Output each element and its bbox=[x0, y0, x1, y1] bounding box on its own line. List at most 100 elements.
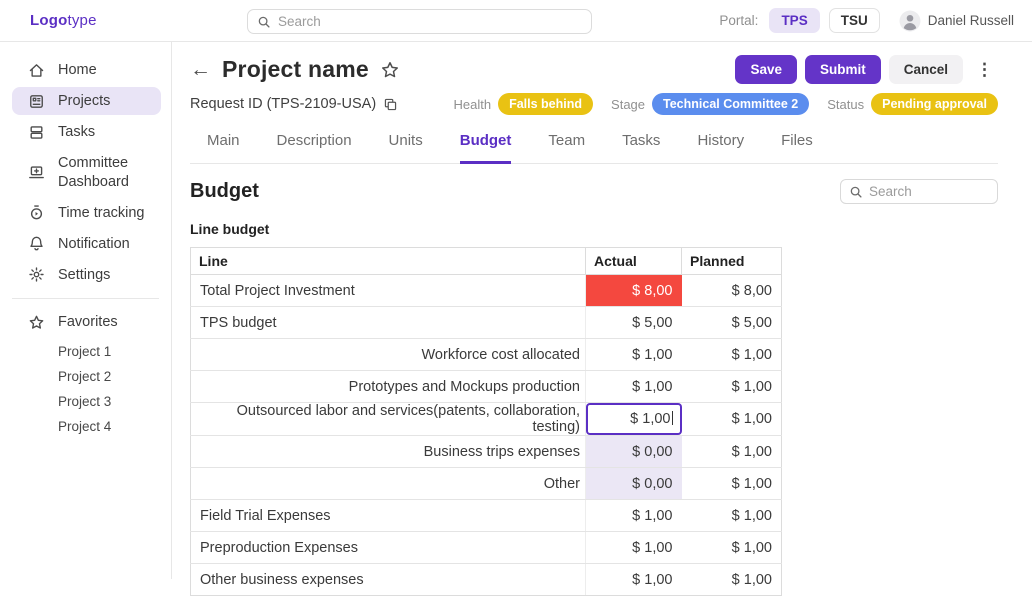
sidebar-item-settings[interactable]: Settings bbox=[12, 261, 161, 289]
favorite-project-item[interactable]: Project 3 bbox=[12, 389, 161, 414]
sidebar-item-projects[interactable]: Projects bbox=[12, 87, 161, 115]
actual-value: $ 1,00 bbox=[632, 508, 672, 524]
actual-cell-focused[interactable]: $ 1,00 bbox=[586, 403, 682, 436]
actual-cell[interactable]: $ 0,00 bbox=[586, 436, 682, 468]
global-search[interactable] bbox=[247, 9, 592, 34]
table-row: Field Trial Expenses $ 1,00 $ 1,00 bbox=[191, 500, 782, 532]
sidebar-item-home[interactable]: Home bbox=[12, 56, 161, 84]
actual-cell[interactable]: $ 1,00 bbox=[586, 532, 682, 564]
planned-cell[interactable]: $ 1,00 bbox=[682, 532, 782, 564]
line-cell: Workforce cost allocated bbox=[191, 339, 586, 371]
budget-search[interactable] bbox=[840, 179, 998, 204]
planned-cell[interactable]: $ 1,00 bbox=[682, 436, 782, 468]
planned-cell[interactable]: $ 8,00 bbox=[682, 275, 782, 307]
tasks-icon bbox=[28, 124, 45, 141]
table-row: Other$ 0,00$ 1,00 bbox=[191, 468, 782, 500]
logo-light: type bbox=[67, 12, 96, 29]
avatar-icon bbox=[899, 10, 921, 32]
tab-description[interactable]: Description bbox=[277, 132, 352, 164]
page-title: Project name bbox=[222, 56, 369, 83]
planned-cell[interactable]: $ 1,00 bbox=[682, 403, 782, 436]
sidebar-item-label: Notification bbox=[58, 235, 130, 253]
tab-files[interactable]: Files bbox=[781, 132, 813, 164]
favorite-project-item[interactable]: Project 2 bbox=[12, 364, 161, 389]
budget-header: Budget bbox=[190, 179, 998, 204]
actual-value: $ 5,00 bbox=[632, 315, 672, 331]
actual-cell[interactable]: $ 1,00 bbox=[586, 500, 682, 532]
line-budget-table: LineActualPlanned Total Project Investme… bbox=[190, 247, 782, 596]
actual-cell[interactable]: $ 5,00 bbox=[586, 307, 682, 339]
save-button[interactable]: Save bbox=[735, 55, 797, 84]
sidebar-item-time-tracking[interactable]: Time tracking bbox=[12, 199, 161, 227]
actual-cell[interactable]: $ 0,00 bbox=[586, 468, 682, 500]
logo[interactable]: Logotype bbox=[30, 12, 97, 29]
planned-cell[interactable]: $ 5,00 bbox=[682, 307, 782, 339]
badges: Health Falls behind Stage Technical Comm… bbox=[454, 93, 998, 115]
actual-cell[interactable]: $ 1,00 bbox=[586, 371, 682, 403]
committee-dashboard-icon bbox=[28, 164, 45, 181]
sidebar-item-label: Time tracking bbox=[58, 204, 144, 222]
actual-cell[interactable]: $ 1,00 bbox=[586, 564, 682, 596]
stage-label: Stage bbox=[611, 97, 645, 112]
favorites-list: Project 1Project 2Project 3Project 4 bbox=[12, 339, 161, 439]
title-row: ← Project name Save Submit Cancel ⋮ bbox=[190, 55, 998, 84]
sidebar-item-tasks[interactable]: Tasks bbox=[12, 118, 161, 146]
search-icon bbox=[257, 15, 271, 29]
global-search-input[interactable] bbox=[278, 14, 582, 29]
actual-cell[interactable]: $ 1,00 bbox=[586, 339, 682, 371]
tab-tasks[interactable]: Tasks bbox=[622, 132, 660, 164]
logo-bold: Logo bbox=[30, 12, 67, 29]
favorite-project-item[interactable]: Project 4 bbox=[12, 414, 161, 439]
table-row: Prototypes and Mockups production $ 1,00 $… bbox=[191, 371, 782, 403]
table-row: Workforce cost allocated $ 1,00 $ 1,00 bbox=[191, 339, 782, 371]
actual-cell[interactable]: $ 8,00 bbox=[586, 275, 682, 307]
star-icon bbox=[28, 314, 45, 331]
tab-main[interactable]: Main bbox=[207, 132, 240, 164]
tab-history[interactable]: History bbox=[697, 132, 744, 164]
topbar: Logotype Portal: TPS TSU Daniel Russell bbox=[0, 0, 1032, 42]
column-header-line: Line bbox=[191, 248, 586, 275]
header-actions: Save Submit Cancel ⋮ bbox=[735, 55, 998, 84]
actual-value: $ 1,00 bbox=[632, 379, 672, 395]
sidebar-item-committee-dashboard[interactable]: Committee Dashboard bbox=[12, 149, 161, 195]
table-row: Other business expenses$ 1,00$ 1,00 bbox=[191, 564, 782, 596]
health-badge: Falls behind bbox=[498, 93, 593, 115]
status-badge: Pending approval bbox=[871, 93, 998, 115]
line-cell: Outsourced labor and services(patents, c… bbox=[191, 403, 586, 436]
budget-section-heading: Budget bbox=[190, 180, 259, 203]
portal-chip-tsu[interactable]: TSU bbox=[829, 8, 880, 33]
request-id-text: Request ID (TPS-2109-USA) bbox=[190, 96, 376, 112]
sidebar-item-notification[interactable]: Notification bbox=[12, 230, 161, 258]
sidebar-nav: Home Projects Tasks Committee Dashboard Time… bbox=[12, 56, 161, 289]
user-menu[interactable]: Daniel Russell bbox=[899, 10, 1014, 32]
line-cell: Field Trial Expenses bbox=[191, 500, 586, 532]
cancel-button[interactable]: Cancel bbox=[889, 55, 963, 84]
line-budget-title: Line budget bbox=[190, 221, 998, 237]
tab-units[interactable]: Units bbox=[389, 132, 423, 164]
sidebar-item-favorites[interactable]: Favorites bbox=[12, 308, 161, 336]
planned-cell[interactable]: $ 1,00 bbox=[682, 371, 782, 403]
table-row: Total Project Investment$ 8,00$ 8,00 bbox=[191, 275, 782, 307]
sidebar-item-label: Tasks bbox=[58, 123, 95, 141]
planned-cell[interactable]: $ 1,00 bbox=[682, 500, 782, 532]
budget-search-input[interactable] bbox=[869, 184, 989, 199]
health-label: Health bbox=[454, 97, 492, 112]
actual-value: $ 0,00 bbox=[632, 444, 672, 460]
copy-icon[interactable] bbox=[383, 97, 398, 112]
planned-cell[interactable]: $ 1,00 bbox=[682, 339, 782, 371]
actual-value: $ 1,00 bbox=[632, 572, 672, 588]
back-arrow-icon[interactable]: ← bbox=[190, 59, 211, 80]
portal-chip-tps[interactable]: TPS bbox=[769, 8, 819, 33]
actual-value: $ 1,00 bbox=[632, 347, 672, 363]
planned-cell[interactable]: $ 1,00 bbox=[682, 468, 782, 500]
favorite-project-item[interactable]: Project 1 bbox=[12, 339, 161, 364]
table-row: TPS budget$ 5,00$ 5,00 bbox=[191, 307, 782, 339]
submit-button[interactable]: Submit bbox=[805, 55, 881, 84]
tab-team[interactable]: Team bbox=[548, 132, 585, 164]
tab-budget[interactable]: Budget bbox=[460, 132, 512, 164]
planned-cell[interactable]: $ 1,00 bbox=[682, 564, 782, 596]
favorite-star-icon[interactable] bbox=[380, 60, 400, 80]
kebab-menu-icon[interactable]: ⋮ bbox=[971, 60, 998, 80]
sidebar-item-label: Settings bbox=[58, 266, 110, 284]
line-cell: Prototypes and Mockups production bbox=[191, 371, 586, 403]
